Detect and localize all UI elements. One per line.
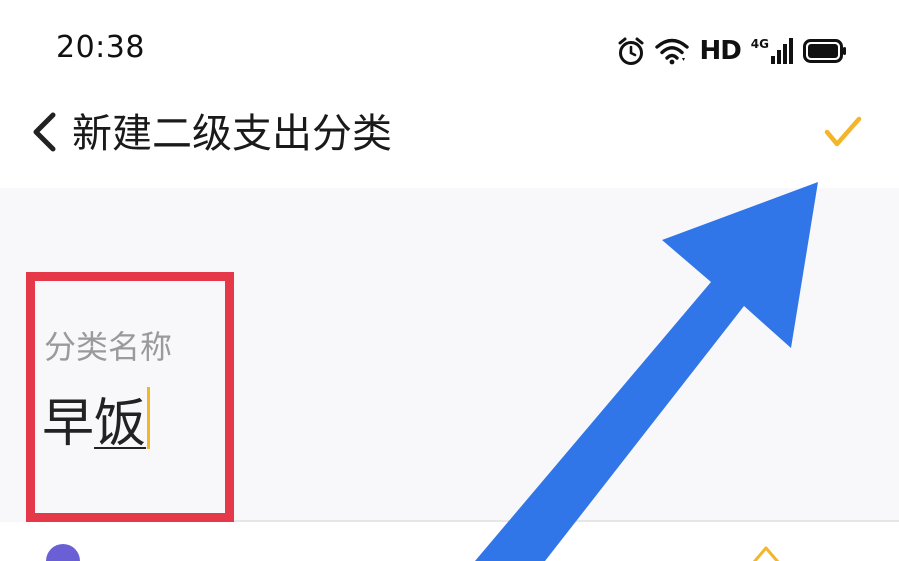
page-title: 新建二级支出分类	[72, 111, 392, 157]
category-name-committed-text: 早	[42, 393, 95, 454]
battery-icon	[803, 39, 847, 63]
network-type-label: 4G	[750, 37, 769, 51]
status-time: 20:38	[56, 30, 145, 65]
category-name-field[interactable]: 分类名称 早饭	[0, 188, 899, 520]
category-name-composing-text: 饭	[94, 393, 147, 454]
status-icons: HD 4G	[617, 34, 847, 68]
chevron-left-icon	[31, 112, 57, 156]
wifi-icon	[655, 37, 690, 65]
category-icon	[46, 544, 80, 561]
screen: 20:38 HD 4G 新建二级支出分类 分类名称 早 饭	[0, 0, 899, 561]
confirm-button[interactable]	[815, 106, 871, 162]
network-hd-label: HD	[699, 36, 741, 66]
list-item[interactable]	[0, 522, 899, 561]
category-name-input[interactable]: 早饭	[42, 384, 151, 454]
app-header: 新建二级支出分类	[0, 100, 899, 188]
checkmark-icon	[823, 115, 863, 153]
diamond-icon	[751, 542, 781, 561]
cellular-signal-icon: 4G	[751, 38, 793, 64]
category-name-label: 分类名称	[44, 328, 173, 366]
status-bar: 20:38 HD 4G	[0, 0, 899, 100]
form-content: 分类名称 早饭	[0, 188, 899, 561]
back-button[interactable]	[24, 108, 64, 160]
alarm-icon	[617, 36, 645, 66]
text-cursor	[147, 387, 151, 449]
